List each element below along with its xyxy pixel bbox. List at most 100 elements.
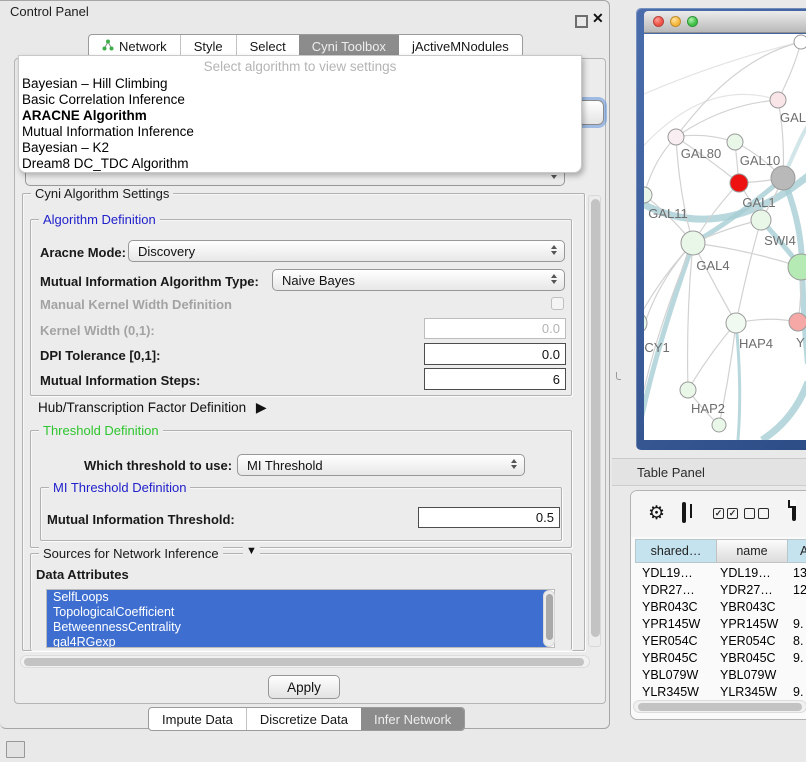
apply-button[interactable]: Apply — [268, 675, 340, 699]
kernel-width-field[interactable]: 0.0 — [424, 318, 566, 339]
collapse-down-icon[interactable]: ▼ — [243, 545, 260, 557]
list-item[interactable]: TopologicalCoefficient — [47, 605, 549, 620]
table-row[interactable]: YBR043CYBR043C — [635, 598, 806, 615]
popup-item[interactable]: Bayesian – Hill Climbing — [19, 76, 581, 92]
tab-label: Impute Data — [162, 712, 233, 727]
table-row[interactable]: YDR27…YDR27…12 — [635, 581, 806, 598]
table-row[interactable]: YER054CYER054C8. — [635, 632, 806, 649]
table-row[interactable]: YLR345WYLR345W9. — [635, 683, 806, 700]
unchecked-pair-icon[interactable] — [744, 508, 769, 519]
tab-jactivemnodules[interactable]: jActiveMNodules — [399, 35, 522, 57]
network-node-hap4[interactable] — [726, 313, 746, 333]
float-window-icon[interactable] — [575, 15, 588, 28]
table-cell: YDR27… — [717, 583, 789, 597]
mi-steps-field[interactable]: 6 — [424, 368, 566, 390]
network-node-gal80[interactable] — [668, 129, 684, 145]
network-window-titlebar[interactable] — [644, 11, 806, 33]
table-cell: YDR27… — [635, 583, 717, 597]
table-cell: YBR043C — [717, 600, 789, 614]
table-row[interactable]: YBL079WYBL079W — [635, 666, 806, 683]
zoom-traffic-light-icon[interactable] — [687, 16, 698, 27]
table-row[interactable]: YDL19…YDL19…13 — [635, 564, 806, 581]
network-node-gal1[interactable] — [730, 174, 748, 192]
combo-value: Naive Bayes — [282, 273, 355, 288]
minimize-traffic-light-icon[interactable] — [670, 16, 681, 27]
node-label: GAL — [780, 110, 806, 125]
tab-select[interactable]: Select — [236, 35, 299, 57]
which-threshold-combo[interactable]: MI Threshold — [237, 454, 525, 476]
table-cell: YBR045C — [635, 651, 717, 665]
column-header-name[interactable]: name — [716, 539, 788, 563]
sources-title: Sources for Network Inference — [43, 546, 219, 561]
node-label: GAL11 — [648, 206, 688, 221]
minimized-panel-icon[interactable] — [6, 741, 25, 758]
popup-item[interactable]: Dream8 DC_TDC Algorithm — [19, 156, 581, 172]
list-item[interactable]: BetweennessCentrality — [47, 620, 549, 635]
table-row[interactable]: YBR045CYBR045C9. — [635, 649, 806, 666]
table-cell: YBR045C — [717, 651, 789, 665]
tab-cyni-toolbox[interactable]: Cyni Toolbox — [299, 35, 399, 57]
dpi-tolerance-field[interactable]: 0.0 — [424, 343, 566, 365]
tab-network[interactable]: Network — [89, 35, 180, 57]
mi-threshold-field[interactable]: 0.5 — [418, 507, 560, 528]
table-cell: YPR145W — [717, 617, 789, 631]
network-node[interactable] — [771, 166, 795, 190]
settings-horizontal-scrollbar[interactable] — [20, 655, 590, 668]
file-icon[interactable] — [792, 500, 796, 521]
list-item[interactable]: SelfLoops — [47, 590, 549, 605]
node-label: GAL1 — [742, 195, 775, 210]
control-panel-titlebar[interactable]: Control Panel — [0, 0, 609, 23]
popup-item[interactable]: Basic Correlation Inference — [19, 92, 581, 108]
network-node[interactable] — [712, 418, 726, 432]
popup-item[interactable]: Bayesian – K2 — [19, 140, 581, 156]
tab-label: Network — [119, 39, 167, 54]
table-cell: 12 — [789, 583, 806, 597]
combo-arrows-icon — [551, 245, 557, 255]
column-header-shared[interactable]: shared… — [635, 539, 717, 563]
hub-factor-definition-toggle[interactable]: Hub/Transcription Factor Definition ▶ — [38, 399, 267, 416]
mi-type-combo[interactable]: Naive Bayes — [272, 269, 565, 291]
tab-discretize-data[interactable]: Discretize Data — [246, 708, 361, 730]
node-label: GAL4 — [696, 258, 729, 273]
close-icon[interactable]: ✕ — [592, 11, 604, 25]
tab-impute-data[interactable]: Impute Data — [149, 708, 246, 730]
gear-icon[interactable]: ⚙ — [648, 504, 665, 523]
table-cell: 9. — [789, 651, 806, 665]
table-row[interactable]: YPR145WYPR145W9. — [635, 615, 806, 632]
aracne-mode-combo[interactable]: Discovery — [128, 240, 565, 262]
popup-item-selected[interactable]: ARACNE Algorithm — [19, 108, 581, 124]
panel-resize-grip[interactable] — [616, 372, 621, 380]
network-node-swi4[interactable] — [751, 210, 771, 230]
tab-label: Style — [194, 39, 223, 54]
network-node-gal10[interactable] — [727, 134, 743, 150]
node-label: GAL80 — [681, 146, 721, 161]
close-traffic-light-icon[interactable] — [653, 16, 664, 27]
settings-vertical-scrollbar[interactable] — [588, 195, 601, 647]
network-node[interactable] — [789, 313, 806, 331]
list-scrollbar[interactable] — [543, 590, 555, 647]
network-canvas[interactable]: GAL GAL80 GAL10 GAL1 GAL11 SWI4 GAL4 GCY… — [644, 34, 806, 440]
tab-infer-network[interactable]: Infer Network — [361, 708, 464, 730]
network-node[interactable] — [794, 35, 806, 49]
table-horizontal-scrollbar[interactable] — [633, 700, 806, 713]
group-title: MI Threshold Definition — [49, 480, 190, 495]
network-node-gal4[interactable] — [681, 231, 705, 255]
node-label: HAP2 — [691, 401, 725, 416]
manual-kernel-checkbox[interactable] — [551, 297, 564, 310]
group-title: Threshold Definition — [39, 423, 163, 438]
kernel-width-label: Kernel Width (0,1): — [40, 323, 155, 338]
mi-steps-label: Mutual Information Steps: — [40, 373, 200, 388]
popup-item[interactable]: Mutual Information Inference — [19, 124, 581, 140]
data-attributes-list[interactable]: SelfLoops TopologicalCoefficient Between… — [46, 589, 555, 648]
network-node[interactable] — [770, 92, 786, 108]
column-header-partial[interactable]: A — [787, 539, 806, 563]
network-view-window[interactable]: GAL GAL80 GAL10 GAL1 GAL11 SWI4 GAL4 GCY… — [636, 8, 806, 450]
network-node-gcy1[interactable] — [644, 312, 647, 334]
network-node-hap2[interactable] — [680, 382, 696, 398]
checked-pair-icon[interactable]: ✓✓ — [713, 508, 738, 519]
table-panel-titlebar[interactable]: Table Panel — [612, 458, 806, 486]
tab-label: Select — [250, 39, 286, 54]
split-columns-icon[interactable] — [682, 502, 686, 523]
tab-style[interactable]: Style — [180, 35, 236, 57]
list-item[interactable]: gal4RGexp — [47, 635, 549, 648]
